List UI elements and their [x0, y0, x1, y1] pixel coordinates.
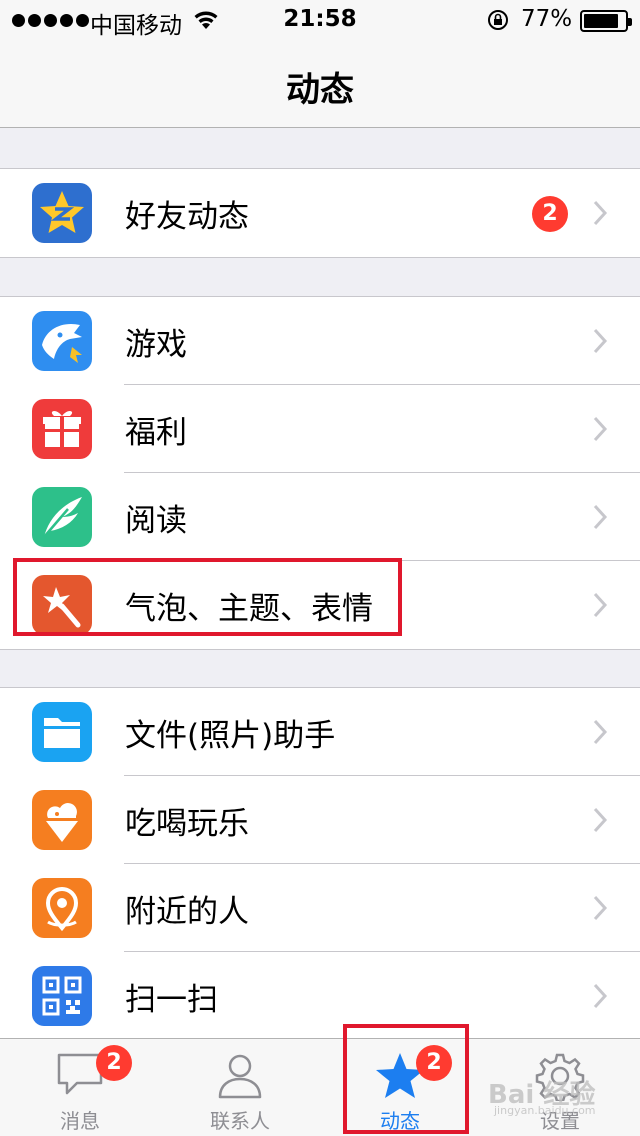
qzone-star-icon [32, 183, 92, 243]
location-pin-icon [32, 878, 92, 938]
tab-label: 联系人 [210, 1109, 270, 1133]
list-item-games[interactable]: 游戏 [0, 297, 640, 385]
qr-code-icon [32, 966, 92, 1026]
notification-badge: 2 [532, 196, 568, 232]
list-item-scan[interactable]: 扫一扫 [0, 952, 640, 1040]
group-tools: 文件(照片)助手 吃喝玩乐 附近的人 扫一扫 [0, 687, 640, 1041]
row-label: 福利 [125, 415, 187, 451]
list-item-welfare[interactable]: 福利 [0, 385, 640, 473]
game-shark-icon [32, 311, 92, 371]
list-item-people-nearby[interactable]: 附近的人 [0, 864, 640, 952]
tab-messages[interactable]: 2 消息 [0, 1039, 160, 1136]
highlight-box-row [13, 558, 402, 636]
person-icon [160, 1051, 320, 1099]
notification-badge: 2 [96, 1045, 132, 1081]
row-label: 扫一扫 [125, 982, 218, 1018]
row-label: 吃喝玩乐 [125, 806, 249, 842]
chevron-right-icon [592, 718, 608, 750]
row-label: 游戏 [125, 327, 187, 363]
chevron-right-icon [592, 806, 608, 838]
watermark-url: jingyan.baidu.com [494, 1104, 596, 1117]
row-label: 好友动态 [125, 199, 249, 235]
row-label: 附近的人 [125, 894, 249, 930]
battery-percent: 77% [521, 6, 573, 32]
list-item-file-assistant[interactable]: 文件(照片)助手 [0, 688, 640, 776]
list-item-food-fun[interactable]: 吃喝玩乐 [0, 776, 640, 864]
row-label: 文件(照片)助手 [125, 718, 336, 754]
list-item-reading[interactable]: 阅读 [0, 473, 640, 561]
gift-icon [32, 399, 92, 459]
navigation-bar: 动态 [0, 40, 640, 128]
chevron-right-icon [592, 503, 608, 535]
chevron-right-icon [592, 982, 608, 1014]
group-friends: 好友动态 2 [0, 168, 640, 258]
rotation-lock-icon [486, 8, 510, 36]
reading-feather-icon [32, 487, 92, 547]
chevron-right-icon [592, 591, 608, 623]
status-bar: 中国移动 21:58 77% [0, 0, 640, 40]
page-title: 动态 [286, 70, 354, 110]
folder-icon [32, 702, 92, 762]
highlight-box-tab [343, 1024, 469, 1134]
row-label: 阅读 [125, 503, 187, 539]
list-item-friend-feed[interactable]: 好友动态 2 [0, 169, 640, 257]
chevron-right-icon [592, 199, 608, 231]
battery-icon [580, 10, 632, 32]
tab-contacts[interactable]: 联系人 [160, 1039, 320, 1136]
chevron-right-icon [592, 894, 608, 926]
tab-label: 消息 [60, 1109, 100, 1133]
chevron-right-icon [592, 415, 608, 447]
ice-cream-icon [32, 790, 92, 850]
chevron-right-icon [592, 327, 608, 359]
chat-bubble-icon [0, 1051, 160, 1097]
